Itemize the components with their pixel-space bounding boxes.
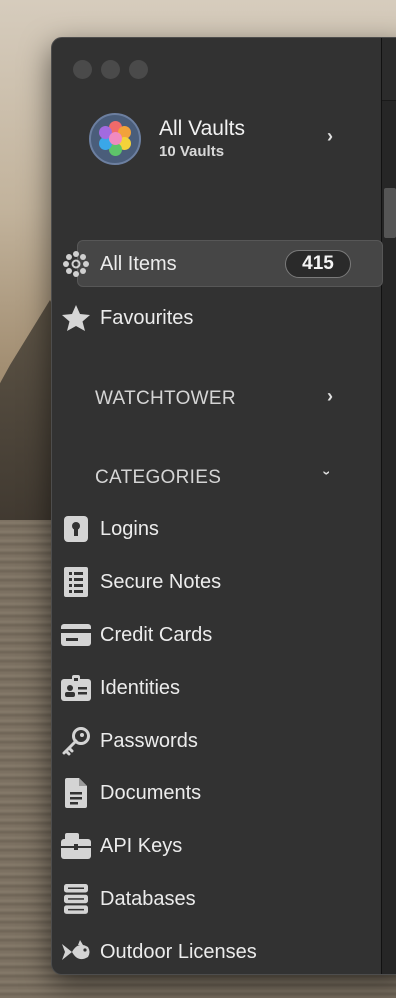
sidebar-item-identities[interactable]: Identities: [61, 673, 181, 703]
category-label: Identities: [100, 676, 181, 699]
sidebar-row-all-items[interactable]: All Items: [63, 249, 177, 279]
vault-avatar: [89, 113, 141, 165]
note-icon: [60, 567, 92, 597]
category-label: Databases: [100, 887, 196, 910]
section-categories[interactable]: CATEGORIES: [95, 467, 221, 489]
sidebar-item-outdoor-licenses[interactable]: Outdoor Licenses: [62, 937, 257, 967]
sidebar-item-favourites[interactable]: Favourites: [62, 303, 194, 333]
chevron-right-icon[interactable]: ›: [327, 126, 333, 147]
sidebar-item-databases[interactable]: Databases: [64, 884, 196, 914]
database-icon: [60, 884, 92, 914]
zoom-window-button[interactable]: [129, 60, 148, 79]
keyhole-icon: [60, 514, 92, 544]
key-icon: [60, 726, 92, 756]
minimize-window-button[interactable]: [101, 60, 120, 79]
id-card-icon: [60, 673, 92, 703]
close-window-button[interactable]: [73, 60, 92, 79]
all-items-label: All Items: [100, 252, 177, 275]
vault-count: 10 Vaults: [159, 143, 225, 160]
category-label: Documents: [100, 781, 202, 804]
app-window: All Vaults 10 Vaults › All Items 415 Fav…: [51, 37, 396, 975]
sidebar-item-api-keys[interactable]: API Keys: [61, 831, 183, 861]
credit-card-icon: [60, 620, 92, 650]
vault-switcher[interactable]: All Vaults 10 Vaults: [89, 111, 349, 167]
category-label: Logins: [100, 517, 159, 540]
api-key-icon: [60, 831, 92, 861]
item-count-badge: 415: [285, 250, 351, 278]
item-list-pane: [381, 38, 396, 974]
favourites-label: Favourites: [100, 306, 194, 329]
fish-icon: [60, 937, 92, 967]
chevron-right-icon[interactable]: ›: [327, 386, 333, 407]
section-watchtower[interactable]: WATCHTOWER: [95, 388, 236, 410]
sidebar-item-logins[interactable]: Logins: [64, 514, 159, 544]
sidebar-item-documents[interactable]: Documents: [65, 778, 202, 808]
all-items-icon: [60, 249, 92, 279]
category-label: API Keys: [100, 834, 183, 857]
sidebar-item-passwords[interactable]: Passwords: [62, 726, 198, 756]
sidebar-item-credit-cards[interactable]: Credit Cards: [61, 620, 213, 650]
category-label: Credit Cards: [100, 623, 213, 646]
category-label: Passwords: [100, 729, 198, 752]
vault-title: All Vaults: [159, 117, 245, 140]
item-list-toolbar: [382, 38, 396, 101]
star-icon: [60, 303, 92, 333]
category-label: Outdoor Licenses: [100, 940, 257, 963]
window-controls: [73, 60, 148, 79]
chevron-down-icon[interactable]: ›: [319, 471, 335, 476]
document-icon: [60, 778, 92, 808]
sidebar-item-secure-notes[interactable]: Secure Notes: [64, 567, 222, 597]
scrollbar[interactable]: [384, 188, 396, 238]
category-label: Secure Notes: [100, 570, 222, 593]
